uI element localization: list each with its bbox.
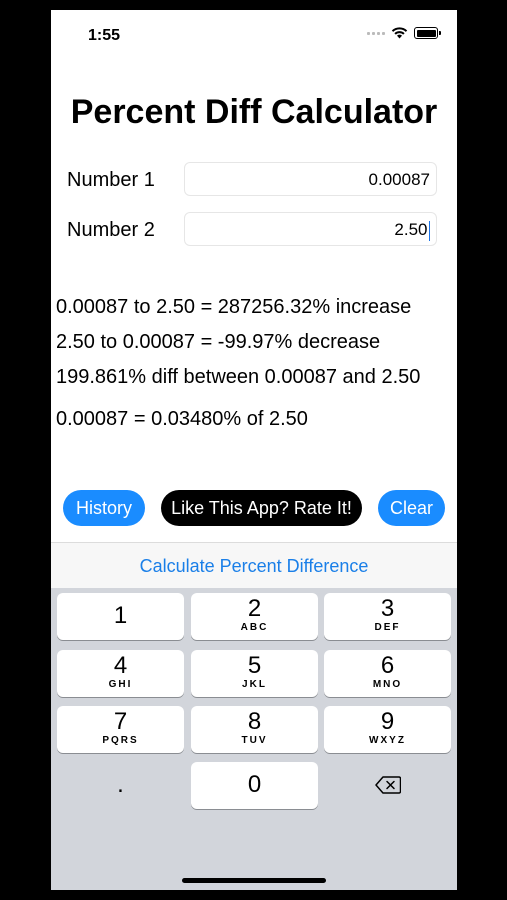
rate-app-button[interactable]: Like This App? Rate It! — [161, 490, 362, 526]
backspace-icon — [374, 776, 401, 794]
key-decimal[interactable]: . — [57, 762, 184, 809]
key-9[interactable]: 9 WXYZ — [324, 706, 451, 753]
result-percent-of: 0.00087 = 0.03480% of 2.50 — [56, 408, 308, 430]
phone-screen: 1:55 Percent Diff Calculator Number 1 0.… — [51, 10, 457, 890]
signal-icon — [367, 31, 385, 35]
numeric-keyboard: 1 2 ABC 3 DEF 4 GHI 5 JKL 6 MNO 7 PQRS 8… — [51, 588, 457, 890]
number1-value: 0.00087 — [368, 170, 430, 189]
calculate-button[interactable]: Calculate Percent Difference — [51, 542, 457, 589]
status-icons — [367, 27, 441, 39]
number1-field[interactable]: 0.00087 — [184, 162, 437, 196]
status-time: 1:55 — [88, 27, 121, 44]
key-8[interactable]: 8 TUV — [191, 706, 318, 753]
result-diff: 199.861% diff between 0.00087 and 2.50 — [56, 366, 421, 388]
key-3[interactable]: 3 DEF — [324, 593, 451, 640]
wifi-icon — [391, 27, 408, 39]
battery-icon — [414, 27, 441, 39]
number2-value: 2.50 — [394, 220, 428, 239]
result-increase: 0.00087 to 2.50 = 287256.32% increase — [56, 296, 412, 318]
key-6[interactable]: 6 MNO — [324, 650, 451, 697]
page-title: Percent Diff Calculator — [70, 93, 438, 131]
key-7[interactable]: 7 PQRS — [57, 706, 184, 753]
clear-button[interactable]: Clear — [378, 490, 445, 526]
key-4[interactable]: 4 GHI — [57, 650, 184, 697]
key-0[interactable]: 0 — [191, 762, 318, 809]
number2-field[interactable]: 2.50 — [184, 212, 437, 246]
result-decrease: 2.50 to 0.00087 = -99.97% decrease — [56, 331, 381, 353]
number1-label: Number 1 — [67, 169, 155, 191]
key-5[interactable]: 5 JKL — [191, 650, 318, 697]
key-2[interactable]: 2 ABC — [191, 593, 318, 640]
home-indicator[interactable] — [182, 878, 326, 883]
number2-label: Number 2 — [67, 219, 155, 241]
text-cursor — [428, 220, 430, 241]
delete-key[interactable] — [324, 762, 451, 809]
key-1[interactable]: 1 — [57, 593, 184, 640]
history-button[interactable]: History — [63, 490, 145, 526]
